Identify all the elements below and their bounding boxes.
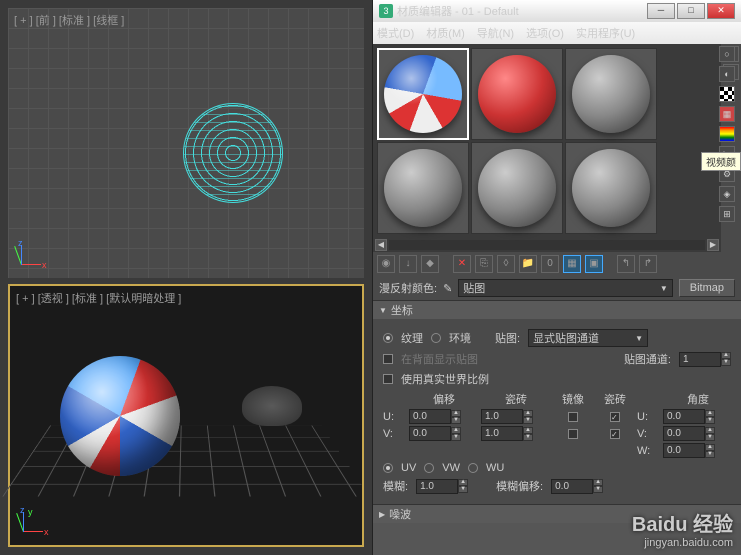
window-title: 材质编辑器 - 01 - Default xyxy=(397,3,519,19)
select-by-mat-icon[interactable]: ◈ xyxy=(719,186,735,202)
backface-check[interactable] xyxy=(383,354,393,364)
coords-rollout: ▼ 坐标 纹理 环境 贴图: 显式贴图通道▼ 在背面显示贴图 贴图通道: ▲▼ … xyxy=(373,300,741,504)
menu-bar: 模式(D) 材质(M) 导航(N) 选项(O) 实用程序(U) xyxy=(373,22,741,44)
get-material-icon[interactable]: ◉ xyxy=(377,255,395,273)
close-button[interactable]: ✕ xyxy=(707,3,735,19)
video-color-icon[interactable] xyxy=(719,126,735,142)
menu-options[interactable]: 选项(O) xyxy=(526,25,564,41)
scroll-left[interactable]: ◀ xyxy=(375,239,387,251)
u-tiling-spinner[interactable]: ▲▼ xyxy=(481,409,551,424)
minimize-button[interactable]: ─ xyxy=(647,3,675,19)
w-angle-spinner[interactable]: ▲▼ xyxy=(663,443,733,458)
menu-util[interactable]: 实用程序(U) xyxy=(576,25,635,41)
tooltip: 视频颜 xyxy=(701,152,741,171)
sample-sphere xyxy=(572,55,650,133)
viewport-persp-label[interactable]: [ + ] [透视 ] [标准 ] [默认明暗处理 ] xyxy=(16,290,181,306)
title-bar[interactable]: 3 材质编辑器 - 01 - Default ─ □ ✕ xyxy=(373,0,741,22)
sample-sphere xyxy=(384,149,462,227)
backlight-icon[interactable]: ◐ xyxy=(719,66,735,82)
watermark: Baidu 经验 jingyan.baidu.com xyxy=(632,508,733,549)
rendered-teapot[interactable] xyxy=(242,386,302,426)
map-channel-spinner[interactable]: ▲▼ xyxy=(679,352,731,367)
viewport-perspective[interactable]: [ + ] [透视 ] [标准 ] [默认明暗处理 ] x y z xyxy=(8,284,364,547)
go-to-parent-icon[interactable]: ↰ xyxy=(617,255,635,273)
put-to-library-icon[interactable]: 📁 xyxy=(519,255,537,273)
expand-icon: ▶ xyxy=(379,510,385,519)
maximize-button[interactable]: □ xyxy=(677,3,705,19)
sample-slot-1[interactable] xyxy=(377,48,469,140)
menu-mode[interactable]: 模式(D) xyxy=(377,25,414,41)
sample-slot-6[interactable] xyxy=(565,142,657,234)
vw-radio[interactable] xyxy=(424,463,434,473)
menu-material[interactable]: 材质(M) xyxy=(426,25,465,41)
sample-slot-3[interactable] xyxy=(565,48,657,140)
show-in-viewport-icon[interactable]: ▦ xyxy=(563,255,581,273)
right-toolbar: ○ ◐ ▦ ▶ ⚙ ◈ ⊞ xyxy=(719,46,739,222)
blur-spinner[interactable]: ▲▼ xyxy=(416,479,468,494)
map-name-combo[interactable]: 贴图▼ xyxy=(458,279,672,297)
slot-layout-icon[interactable]: ⊞ xyxy=(719,206,735,222)
assign-to-sel-icon[interactable]: ◆ xyxy=(421,255,439,273)
axis-gizmo-persp: x y z xyxy=(18,507,48,537)
perspective-grid xyxy=(2,425,369,496)
rendered-sphere[interactable] xyxy=(60,356,180,476)
map-type-button[interactable]: Bitmap xyxy=(679,279,735,297)
v-mirror-check[interactable] xyxy=(568,429,578,439)
material-name-bar: 漫反射颜色: ✎ 贴图▼ Bitmap xyxy=(373,276,741,300)
blur-offset-spinner[interactable]: ▲▼ xyxy=(551,479,603,494)
scroll-right[interactable]: ▶ xyxy=(707,239,719,251)
sample-sphere xyxy=(478,149,556,227)
u-mirror-check[interactable] xyxy=(568,412,578,422)
v-angle-spinner[interactable]: ▲▼ xyxy=(663,426,733,441)
texture-radio[interactable] xyxy=(383,333,393,343)
sample-scrollbar[interactable]: ◀ ▶ xyxy=(373,238,721,252)
show-end-result-icon[interactable]: ▣ xyxy=(585,255,603,273)
collapse-icon: ▼ xyxy=(379,306,387,315)
sample-slot-4[interactable] xyxy=(377,142,469,234)
wireframe-sphere[interactable] xyxy=(183,103,283,203)
sample-slot-5[interactable] xyxy=(471,142,563,234)
background-icon[interactable] xyxy=(719,86,735,102)
go-forward-icon[interactable]: ↱ xyxy=(639,255,657,273)
v-tiling-spinner[interactable]: ▲▼ xyxy=(481,426,551,441)
uv-radio[interactable] xyxy=(383,463,393,473)
wu-radio[interactable] xyxy=(468,463,478,473)
diffuse-label: 漫反射颜色: xyxy=(379,280,437,296)
viewport-front[interactable]: [ + ] [前 ] [标准 ] [线框 ] x z xyxy=(8,8,364,278)
sample-type-icon[interactable]: ○ xyxy=(719,46,735,62)
material-id-icon[interactable]: 0 xyxy=(541,255,559,273)
coords-rollout-header[interactable]: ▼ 坐标 xyxy=(373,301,741,319)
put-to-scene-icon[interactable]: ↓ xyxy=(399,255,417,273)
realworld-check[interactable] xyxy=(383,374,393,384)
make-copy-icon[interactable]: ⎘ xyxy=(475,255,493,273)
u-offset-spinner[interactable]: ▲▼ xyxy=(409,409,479,424)
v-offset-spinner[interactable]: ▲▼ xyxy=(409,426,479,441)
u-tile-check[interactable] xyxy=(610,412,620,422)
sample-sphere xyxy=(478,55,556,133)
sample-slot-2[interactable] xyxy=(471,48,563,140)
make-unique-icon[interactable]: ◊ xyxy=(497,255,515,273)
u-angle-spinner[interactable]: ▲▼ xyxy=(663,409,733,424)
mapping-combo[interactable]: 显式贴图通道▼ xyxy=(528,329,648,347)
app-icon: 3 xyxy=(379,4,393,18)
eyedropper-icon[interactable]: ✎ xyxy=(443,282,452,295)
axis-gizmo: x z xyxy=(16,240,46,270)
material-editor: 3 材质编辑器 - 01 - Default ─ □ ✕ 模式(D) 材质(M)… xyxy=(372,0,741,555)
sample-sphere xyxy=(572,149,650,227)
sample-sphere xyxy=(384,55,462,133)
viewport-area: [ + ] [前 ] [标准 ] [线框 ] x z [ + ] [透视 ] [… xyxy=(0,0,372,555)
v-tile-check[interactable] xyxy=(610,429,620,439)
menu-nav[interactable]: 导航(N) xyxy=(477,25,514,41)
reset-map-icon[interactable]: ✕ xyxy=(453,255,471,273)
sample-uv-icon[interactable]: ▦ xyxy=(719,106,735,122)
viewport-front-label[interactable]: [ + ] [前 ] [标准 ] [线框 ] xyxy=(14,12,124,28)
environ-radio[interactable] xyxy=(431,333,441,343)
material-toolbar: ◉ ↓ ◆ ✕ ⎘ ◊ 📁 0 ▦ ▣ ↰ ↱ xyxy=(373,252,741,276)
sample-slots xyxy=(373,44,721,238)
